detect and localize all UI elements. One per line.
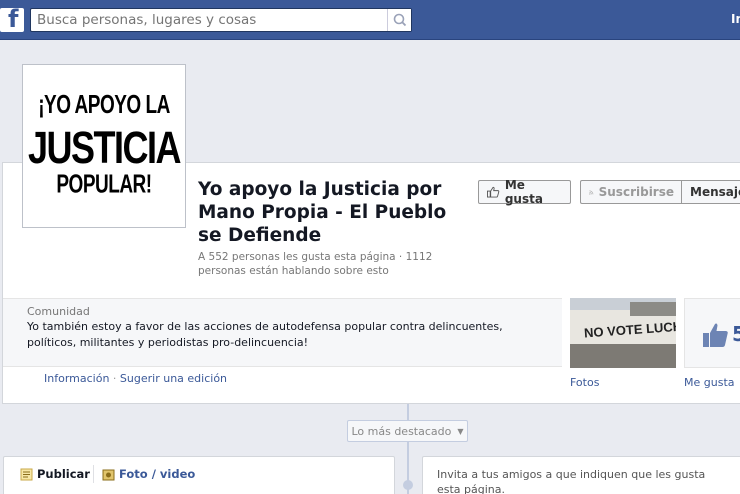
like-button[interactable]: Me gusta (478, 178, 571, 206)
search-box[interactable] (30, 8, 412, 32)
publish-tab[interactable]: Publicar (20, 467, 90, 481)
highlights-dropdown[interactable]: Lo más destacado ▼ (347, 420, 468, 442)
info-link[interactable]: Información (44, 372, 109, 385)
facebook-logo-icon[interactable]: f (0, 5, 24, 33)
photos-thumbnail[interactable]: NO VOTE LUCHE (570, 298, 676, 368)
photos-label[interactable]: Fotos (570, 376, 599, 389)
search-button[interactable] (387, 9, 411, 31)
search-input[interactable] (31, 9, 381, 31)
invite-text: Invita a tus amigos a que indiquen que l… (437, 468, 706, 494)
about-links: Información · Sugerir una edición (44, 372, 227, 385)
likes-count: 5 (732, 322, 740, 346)
camera-icon (102, 469, 115, 480)
profile-text-line1: ¡YO APOYO LA (38, 91, 170, 120)
message-button[interactable]: Mensaje (681, 180, 740, 204)
profile-text-line2: JUSTICIA (27, 121, 182, 173)
timeline-dot (403, 480, 413, 490)
profile-text-line3: POPULAR! (56, 171, 152, 200)
like-button-label: Me gusta (504, 178, 543, 206)
page-title[interactable]: Yo apoyo la Justicia por Mano Propia - E… (198, 178, 468, 247)
page-stats: A 552 personas les gusta esta página · 1… (198, 251, 433, 277)
subscribe-button[interactable]: Suscribirse (580, 180, 682, 204)
page-category: Comunidad (27, 305, 90, 318)
profile-picture-image: ¡YO APOYO LA JUSTICIA POPULAR! (26, 68, 182, 224)
message-button-label: Mensaje (690, 185, 740, 199)
invite-box: Invita a tus amigos a que indiquen que l… (422, 456, 740, 494)
composer-divider (93, 465, 94, 483)
top-bar: f In (0, 0, 740, 40)
about-section: Comunidad Yo también estoy a favor de la… (3, 298, 562, 367)
likes-label[interactable]: Me gusta (684, 376, 735, 389)
profile-picture[interactable]: ¡YO APOYO LA JUSTICIA POPULAR! (22, 64, 186, 228)
caret-down-icon: ▼ (457, 426, 464, 436)
suggest-edit-link[interactable]: Sugerir una edición (120, 372, 227, 385)
search-icon (393, 13, 407, 27)
likes-thumb-icon (703, 323, 728, 347)
thumbs-up-icon (487, 186, 500, 198)
graffiti-photo: NO VOTE LUCHE (570, 298, 676, 368)
subscribe-button-label: Suscribirse (598, 185, 674, 199)
photo-video-tab[interactable]: Foto / video (102, 467, 195, 481)
pencil-note-icon (20, 468, 33, 480)
highlights-label: Lo más destacado (351, 424, 452, 438)
link-separator: · (112, 372, 117, 385)
top-right-link[interactable]: In (731, 12, 740, 26)
publish-label: Publicar (37, 467, 90, 481)
page-description: Yo también estoy a favor de las acciones… (27, 320, 503, 349)
photo-video-label: Foto / video (119, 467, 196, 481)
composer: Publicar Foto / video (3, 456, 395, 494)
rss-icon (589, 190, 594, 195)
